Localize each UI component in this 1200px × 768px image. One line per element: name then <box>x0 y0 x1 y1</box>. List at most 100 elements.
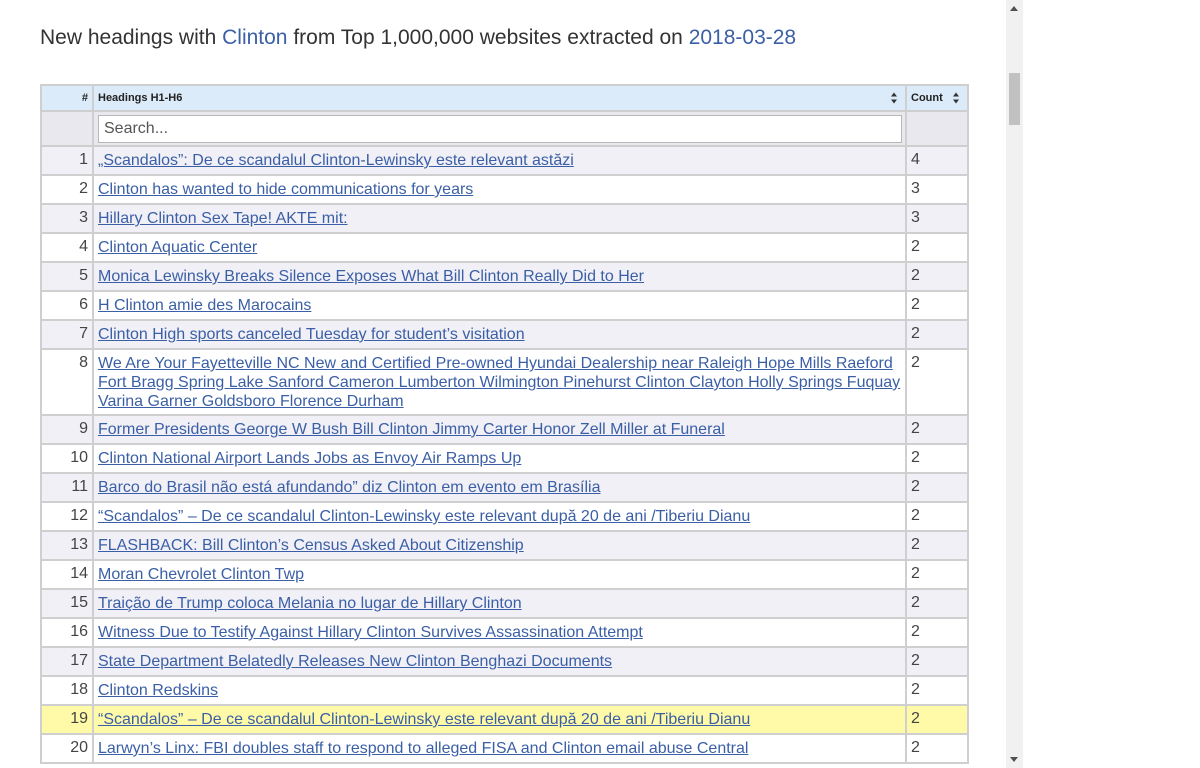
heading-cell: Barco do Brasil não está afundando” diz … <box>92 472 907 503</box>
heading-cell: Hillary Clinton Sex Tape! AKTE mit: <box>92 203 907 234</box>
sort-icon[interactable] <box>953 92 960 104</box>
heading-link[interactable]: Traição de Trump coloca Melania no lugar… <box>98 595 522 612</box>
heading-link[interactable]: H Clinton amie des Marocains <box>98 297 311 314</box>
row-number: 15 <box>40 588 94 619</box>
table-row: 12 “Scandalos” – De ce scandalul Clinton-… <box>40 501 969 532</box>
heading-link[interactable]: State Department Belatedly Releases New … <box>98 653 612 670</box>
scrollbar-thumb[interactable] <box>1009 73 1020 125</box>
heading-link[interactable]: Hillary Clinton Sex Tape! AKTE mit: <box>98 210 348 227</box>
count-cell: 2 <box>905 675 969 706</box>
table-row: 14 Moran Chevrolet Clinton Twp 2 <box>40 559 969 590</box>
table-row: 11 Barco do Brasil não está afundando” di… <box>40 472 969 503</box>
vertical-scrollbar[interactable] <box>1006 0 1023 768</box>
table-row: 17 State Department Belatedly Releases Ne… <box>40 646 969 677</box>
heading-link[interactable]: „Scandalos”: De ce scandalul Clinton-Lew… <box>98 152 574 169</box>
column-header-headings-label: Headings H1-H6 <box>98 92 183 104</box>
heading-cell: Larwyn’s Linx: FBI doubles staff to resp… <box>92 733 907 764</box>
count-cell: 3 <box>905 203 969 234</box>
column-header-count[interactable]: Count <box>905 84 969 112</box>
heading-cell: Clinton Redskins <box>92 675 907 706</box>
count-cell: 4 <box>905 145 969 176</box>
heading-link[interactable]: Barco do Brasil não está afundando” diz … <box>98 479 601 496</box>
title-prefix: New headings with <box>40 26 217 49</box>
table-row: 7 Clinton High sports canceled Tuesday fo… <box>40 319 969 350</box>
heading-cell: Former Presidents George W Bush Bill Cli… <box>92 414 907 445</box>
scroll-down-arrow-icon[interactable] <box>1010 757 1018 762</box>
count-cell: 2 <box>905 588 969 619</box>
table-row: 18 Clinton Redskins 2 <box>40 675 969 706</box>
sort-icon[interactable] <box>891 92 898 104</box>
column-header-count-label: Count <box>911 92 943 104</box>
filter-cell-empty <box>40 110 94 147</box>
count-cell: 2 <box>905 646 969 677</box>
table-row: 6H Clinton amie des Marocains 2 <box>40 290 969 321</box>
heading-cell: Clinton Aquatic Center <box>92 232 907 263</box>
heading-cell: State Department Belatedly Releases New … <box>92 646 907 677</box>
count-cell: 2 <box>905 472 969 503</box>
page-title: New headings with Clinton from Top 1,000… <box>40 26 796 50</box>
row-number: 4 <box>40 232 94 263</box>
column-header-headings[interactable]: Headings H1-H6 <box>92 84 907 112</box>
row-number: 19 <box>40 704 94 735</box>
count-cell: 2 <box>905 733 969 764</box>
count-cell: 3 <box>905 174 969 205</box>
heading-cell: Witness Due to Testify Against Hillary C… <box>92 617 907 648</box>
heading-link[interactable]: Clinton National Airport Lands Jobs as E… <box>98 450 521 467</box>
row-number: 2 <box>40 174 94 205</box>
heading-cell: Traição de Trump coloca Melania no lugar… <box>92 588 907 619</box>
count-cell: 2 <box>905 559 969 590</box>
heading-link[interactable]: Moran Chevrolet Clinton Twp <box>98 566 304 583</box>
heading-link[interactable]: Larwyn’s Linx: FBI doubles staff to resp… <box>98 740 748 757</box>
row-number: 18 <box>40 675 94 706</box>
heading-cell: “Scandalos” – De ce scandalul Clinton-Le… <box>92 501 907 532</box>
table-row: 9 Former Presidents George W Bush Bill Cl… <box>40 414 969 445</box>
scroll-up-arrow-icon[interactable] <box>1010 6 1018 11</box>
filter-cell-empty <box>905 110 969 147</box>
row-number: 8 <box>40 348 94 416</box>
column-header-number: # <box>40 84 94 112</box>
heading-link[interactable]: Witness Due to Testify Against Hillary C… <box>98 624 643 641</box>
row-number: 17 <box>40 646 94 677</box>
heading-link[interactable]: Clinton High sports canceled Tuesday for… <box>98 326 525 343</box>
heading-link[interactable]: We Are Your Fayetteville NC New and Cert… <box>98 355 900 410</box>
count-cell: 2 <box>905 414 969 445</box>
title-middle: from Top 1,000,000 websites extracted on <box>293 26 683 49</box>
count-cell: 2 <box>905 617 969 648</box>
table-row: 3 Hillary Clinton Sex Tape! AKTE mit: 3 <box>40 203 969 234</box>
table-row: 8 We Are Your Fayetteville NC New and Cer… <box>40 348 969 416</box>
count-cell: 2 <box>905 319 969 350</box>
row-number: 14 <box>40 559 94 590</box>
table-row: 15 Traição de Trump coloca Melania no lug… <box>40 588 969 619</box>
heading-cell: Clinton has wanted to hide communication… <box>92 174 907 205</box>
count-cell: 2 <box>905 348 969 416</box>
table-row: 20 Larwyn’s Linx: FBI doubles staff to re… <box>40 733 969 764</box>
row-number: 10 <box>40 443 94 474</box>
count-cell: 2 <box>905 232 969 263</box>
heading-cell: Moran Chevrolet Clinton Twp <box>92 559 907 590</box>
heading-link[interactable]: “Scandalos” – De ce scandalul Clinton-Le… <box>98 508 750 525</box>
table-row: 4 Clinton Aquatic Center 2 <box>40 232 969 263</box>
table-row: 10 Clinton National Airport Lands Jobs as… <box>40 443 969 474</box>
row-number: 5 <box>40 261 94 292</box>
heading-cell: Clinton High sports canceled Tuesday for… <box>92 319 907 350</box>
heading-link[interactable]: Clinton has wanted to hide communication… <box>98 181 473 198</box>
heading-link[interactable]: “Scandalos” – De ce scandalul Clinton-Le… <box>98 711 750 728</box>
row-number: 13 <box>40 530 94 561</box>
row-number: 1 <box>40 145 94 176</box>
row-number: 6 <box>40 290 94 321</box>
heading-link[interactable]: Clinton Redskins <box>98 682 218 699</box>
search-input[interactable] <box>98 114 902 143</box>
heading-cell: Clinton National Airport Lands Jobs as E… <box>92 443 907 474</box>
heading-link[interactable]: Monica Lewinsky Breaks Silence Exposes W… <box>98 268 644 285</box>
heading-link[interactable]: FLASHBACK: Bill Clinton’s Census Asked A… <box>98 537 524 554</box>
heading-cell: We Are Your Fayetteville NC New and Cert… <box>92 348 907 416</box>
table-row: 13 FLASHBACK: Bill Clinton’s Census Asked… <box>40 530 969 561</box>
heading-link[interactable]: Clinton Aquatic Center <box>98 239 257 256</box>
count-cell: 2 <box>905 501 969 532</box>
table-body: 1 „Scandalos”: De ce scandalul Clinton-Le… <box>40 145 969 764</box>
heading-link[interactable]: Former Presidents George W Bush Bill Cli… <box>98 421 725 438</box>
title-date: 2018-03-28 <box>688 26 797 49</box>
row-number: 7 <box>40 319 94 350</box>
table-row: 1 „Scandalos”: De ce scandalul Clinton-Le… <box>40 145 969 176</box>
row-number: 11 <box>40 472 94 503</box>
